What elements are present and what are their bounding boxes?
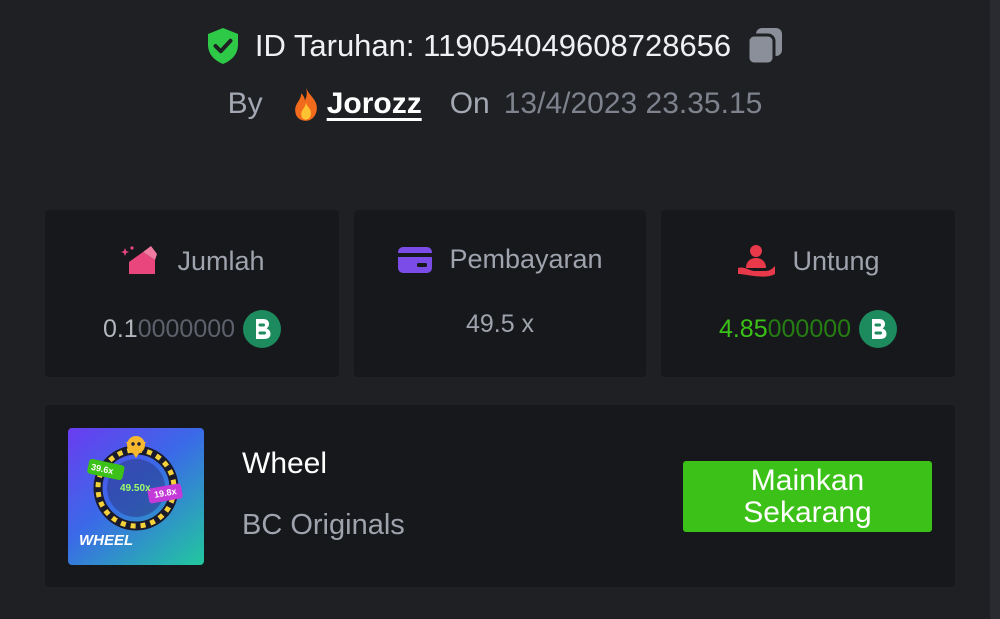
stat-value: 49.5 x	[354, 310, 646, 339]
username: Jorozz	[326, 87, 422, 120]
play-button-line-1: Mainkan	[750, 463, 865, 497]
thumb-mult-2: 49.50x	[120, 483, 151, 494]
play-now-button[interactable]: Mainkan Sekarang	[683, 461, 932, 532]
bcd-coin-icon	[243, 310, 282, 348]
amount-value: 0.1	[102, 314, 138, 343]
profit-value: 4.85	[718, 314, 768, 343]
stat-label: Pembayaran	[449, 244, 603, 274]
stat-head: Pembayaran	[354, 244, 646, 275]
fire-icon	[294, 87, 317, 121]
bet-header: ID Taruhan: 1190540496087286​56 By Joroz…	[0, 22, 990, 130]
stat-label: Untung	[792, 245, 880, 276]
game-provider: BC Originals	[242, 509, 405, 541]
user-link[interactable]: Jorozz	[291, 86, 422, 122]
profit-value-fade: 000000	[767, 314, 852, 343]
game-thumbnail[interactable]: 39.6x 49.50x 19.8x WHEEL	[68, 428, 204, 565]
game-title: Wheel	[242, 447, 328, 480]
stat-head: Jumlah	[45, 244, 339, 278]
by-label: By	[227, 87, 263, 120]
stat-card-payout: Pembayaran 49.5 x	[354, 210, 646, 377]
amount-value-fade: 0000000	[137, 314, 236, 343]
stat-label: Jumlah	[177, 245, 265, 276]
bet-amount-icon	[121, 246, 158, 274]
card-icon	[398, 246, 433, 273]
bet-id-row: ID Taruhan: 1190540496087286​56	[0, 22, 990, 70]
right-edge	[990, 0, 1000, 619]
payout-value: 49.5 x	[465, 310, 535, 338]
stat-card-profit: Untung 4.85000000	[661, 210, 955, 377]
bet-id-text: ID Taruhan: 1190540496087286​56	[254, 28, 732, 63]
verified-shield-icon	[207, 28, 238, 64]
play-button-line-2: Sekarang	[743, 495, 872, 529]
stat-card-amount: Jumlah 0.10000000	[45, 210, 339, 377]
bet-date: 13/4/2023 23.35.15	[503, 87, 763, 120]
bet-author-row: By Jorozz On 13/4/2023 23.35.15	[0, 78, 990, 130]
copy-icon[interactable]	[745, 25, 785, 67]
on-label: On	[449, 87, 490, 120]
stat-value: 0.10000000	[45, 310, 339, 348]
game-card: 39.6x 49.50x 19.8x WHEEL Wheel BC Origin…	[45, 405, 955, 587]
thumb-wheel-label: WHEEL	[79, 532, 134, 549]
profit-hand-icon	[738, 245, 776, 277]
bcd-coin-icon	[859, 310, 898, 348]
stat-head: Untung	[661, 244, 955, 278]
stat-value: 4.85000000	[661, 310, 955, 348]
